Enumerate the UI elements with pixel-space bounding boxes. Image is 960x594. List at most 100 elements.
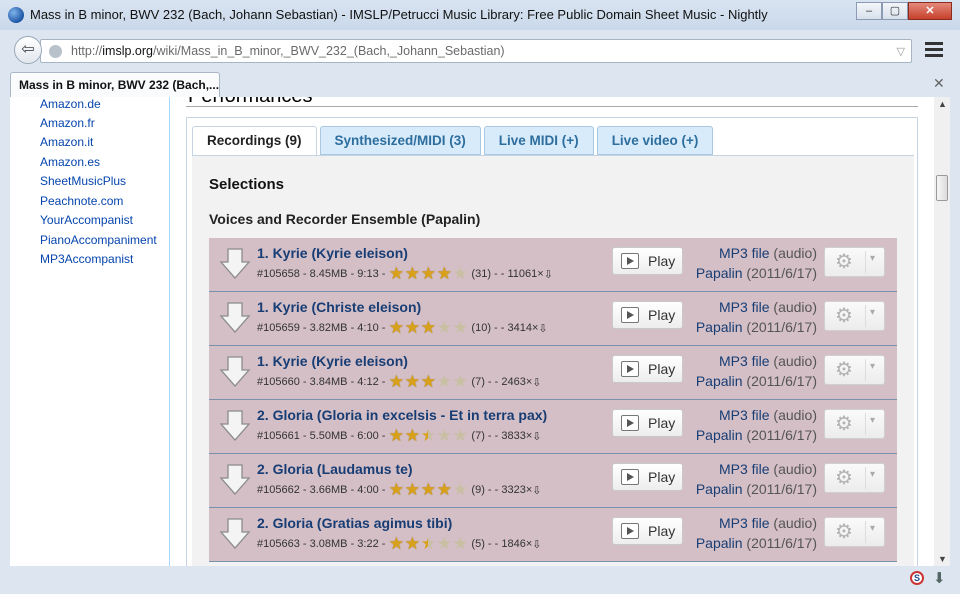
star-icon[interactable]: ★ <box>404 373 420 390</box>
restore-button[interactable]: ▢ <box>882 2 908 20</box>
sidebar-link-peachnote[interactable]: Peachnote.com <box>40 194 123 208</box>
recording-title[interactable]: 2. Gloria (Gloria in excelsis - Et in te… <box>257 407 547 423</box>
star-icon[interactable]: ★ <box>436 265 452 282</box>
download-arrow-icon[interactable] <box>219 463 251 497</box>
recording-source[interactable]: Papalin (2011/6/17) <box>696 427 817 443</box>
star-icon[interactable]: ★ <box>436 373 452 390</box>
recording-source[interactable]: Papalin (2011/6/17) <box>696 373 817 389</box>
tab-recordings[interactable]: Recordings (9) <box>192 126 317 156</box>
scroll-down-icon[interactable]: ▼ <box>938 554 947 564</box>
rating-stars[interactable]: ★ ★ ★ ★ ★ <box>388 265 468 282</box>
close-tab-icon[interactable]: ✕ <box>933 75 945 92</box>
star-icon[interactable]: ★ <box>404 481 420 498</box>
options-button[interactable]: ⚙ <box>824 301 885 331</box>
hamburger-menu-icon[interactable] <box>925 42 943 60</box>
browser-tab[interactable]: Mass in B minor, BWV 232 (Bach,... <box>10 72 220 98</box>
url-text[interactable]: http://imslp.org/wiki/Mass_in_B_minor,_B… <box>71 44 505 58</box>
play-button[interactable]: Play <box>612 409 683 437</box>
recording-title[interactable]: 2. Gloria (Laudamus te) <box>257 461 413 477</box>
scroll-thumb[interactable] <box>936 175 948 201</box>
play-button[interactable]: Play <box>612 247 683 275</box>
scroll-up-icon[interactable]: ▲ <box>938 99 947 109</box>
star-icon[interactable]: ★ <box>388 427 404 444</box>
play-button[interactable]: Play <box>612 355 683 383</box>
play-button[interactable]: Play <box>612 517 683 545</box>
sidebar-link-mp3accompanist[interactable]: MP3Accompanist <box>40 252 133 266</box>
mp3-file-link[interactable]: MP3 file (audio) <box>719 245 817 261</box>
rating-stars[interactable]: ★ ★ ★ ★ ★ <box>388 427 468 444</box>
url-bar[interactable]: http://imslp.org/wiki/Mass_in_B_minor,_B… <box>40 39 912 63</box>
tab-live-midi[interactable]: Live MIDI (+) <box>483 126 594 155</box>
recording-title[interactable]: 1. Kyrie (Kyrie eleison) <box>257 245 408 261</box>
url-dropdown-icon[interactable]: ▽ <box>897 45 905 58</box>
star-icon[interactable]: ★ <box>388 319 404 336</box>
play-button[interactable]: Play <box>612 463 683 491</box>
star-icon[interactable]: ★ <box>452 481 468 498</box>
download-arrow-icon[interactable] <box>219 409 251 443</box>
mp3-file-link[interactable]: MP3 file (audio) <box>719 461 817 477</box>
downloads-icon[interactable]: ⬇ <box>933 569 946 587</box>
rating-stars[interactable]: ★ ★ ★ ★ ★ <box>388 319 468 336</box>
star-icon[interactable]: ★ <box>452 535 468 552</box>
options-button[interactable]: ⚙ <box>824 409 885 439</box>
recording-source[interactable]: Papalin (2011/6/17) <box>696 265 817 281</box>
options-button[interactable]: ⚙ <box>824 517 885 547</box>
download-arrow-icon[interactable] <box>219 301 251 335</box>
minimize-button[interactable]: ‒ <box>856 2 882 20</box>
sidebar-link-sheetmusicplus[interactable]: SheetMusicPlus <box>40 174 126 188</box>
star-icon[interactable]: ★ <box>420 535 436 552</box>
star-icon[interactable]: ★ <box>452 319 468 336</box>
star-icon[interactable]: ★ <box>420 373 436 390</box>
star-icon[interactable]: ★ <box>420 481 436 498</box>
sync-status-icon[interactable]: S <box>910 571 924 585</box>
star-icon[interactable]: ★ <box>404 265 420 282</box>
star-icon[interactable]: ★ <box>420 319 436 336</box>
star-icon[interactable]: ★ <box>436 319 452 336</box>
star-icon[interactable]: ★ <box>452 427 468 444</box>
star-icon[interactable]: ★ <box>404 535 420 552</box>
rating-stars[interactable]: ★ ★ ★ ★ ★ <box>388 373 468 390</box>
site-identity-icon[interactable] <box>49 45 62 58</box>
recording-title[interactable]: 1. Kyrie (Christe eleison) <box>257 299 421 315</box>
star-icon[interactable]: ★ <box>404 427 420 444</box>
close-window-button[interactable]: ✕ <box>908 2 952 20</box>
download-arrow-icon[interactable] <box>219 517 251 551</box>
star-icon[interactable]: ★ <box>420 427 436 444</box>
vertical-scrollbar[interactable]: ▲ ▼ <box>934 97 950 566</box>
star-icon[interactable]: ★ <box>452 373 468 390</box>
recording-source[interactable]: Papalin (2011/6/17) <box>696 481 817 497</box>
star-icon[interactable]: ★ <box>436 535 452 552</box>
options-button[interactable]: ⚙ <box>824 355 885 385</box>
star-icon[interactable]: ★ <box>388 481 404 498</box>
download-arrow-icon[interactable] <box>219 247 251 281</box>
star-icon[interactable]: ★ <box>436 481 452 498</box>
star-icon[interactable]: ★ <box>452 265 468 282</box>
recording-source[interactable]: Papalin (2011/6/17) <box>696 535 817 551</box>
rating-stars[interactable]: ★ ★ ★ ★ ★ <box>388 535 468 552</box>
back-button[interactable]: ⇦ <box>14 36 42 64</box>
star-icon[interactable]: ★ <box>420 265 436 282</box>
mp3-file-link[interactable]: MP3 file (audio) <box>719 515 817 531</box>
sidebar-link-amazon-es[interactable]: Amazon.es <box>40 155 100 169</box>
recording-title[interactable]: 2. Gloria (Gratias agimus tibi) <box>257 515 452 531</box>
mp3-file-link[interactable]: MP3 file (audio) <box>719 299 817 315</box>
options-button[interactable]: ⚙ <box>824 247 885 277</box>
sidebar-link-amazon-fr[interactable]: Amazon.fr <box>40 116 95 130</box>
star-icon[interactable]: ★ <box>436 427 452 444</box>
tab-synthesized-midi[interactable]: Synthesized/MIDI (3) <box>319 126 481 155</box>
star-icon[interactable]: ★ <box>388 535 404 552</box>
sidebar-link-amazon-de[interactable]: Amazon.de <box>40 97 101 111</box>
recording-source[interactable]: Papalin (2011/6/17) <box>696 319 817 335</box>
download-arrow-icon[interactable] <box>219 355 251 389</box>
star-icon[interactable]: ★ <box>404 319 420 336</box>
mp3-file-link[interactable]: MP3 file (audio) <box>719 353 817 369</box>
star-icon[interactable]: ★ <box>388 373 404 390</box>
rating-stars[interactable]: ★ ★ ★ ★ ★ <box>388 481 468 498</box>
play-button[interactable]: Play <box>612 301 683 329</box>
sidebar-link-pianoaccompaniment[interactable]: PianoAccompaniment <box>40 233 157 247</box>
sidebar-link-amazon-it[interactable]: Amazon.it <box>40 135 93 149</box>
mp3-file-link[interactable]: MP3 file (audio) <box>719 407 817 423</box>
sidebar-link-youraccompanist[interactable]: YourAccompanist <box>40 213 133 227</box>
star-icon[interactable]: ★ <box>388 265 404 282</box>
tab-live-video[interactable]: Live video (+) <box>596 126 714 155</box>
